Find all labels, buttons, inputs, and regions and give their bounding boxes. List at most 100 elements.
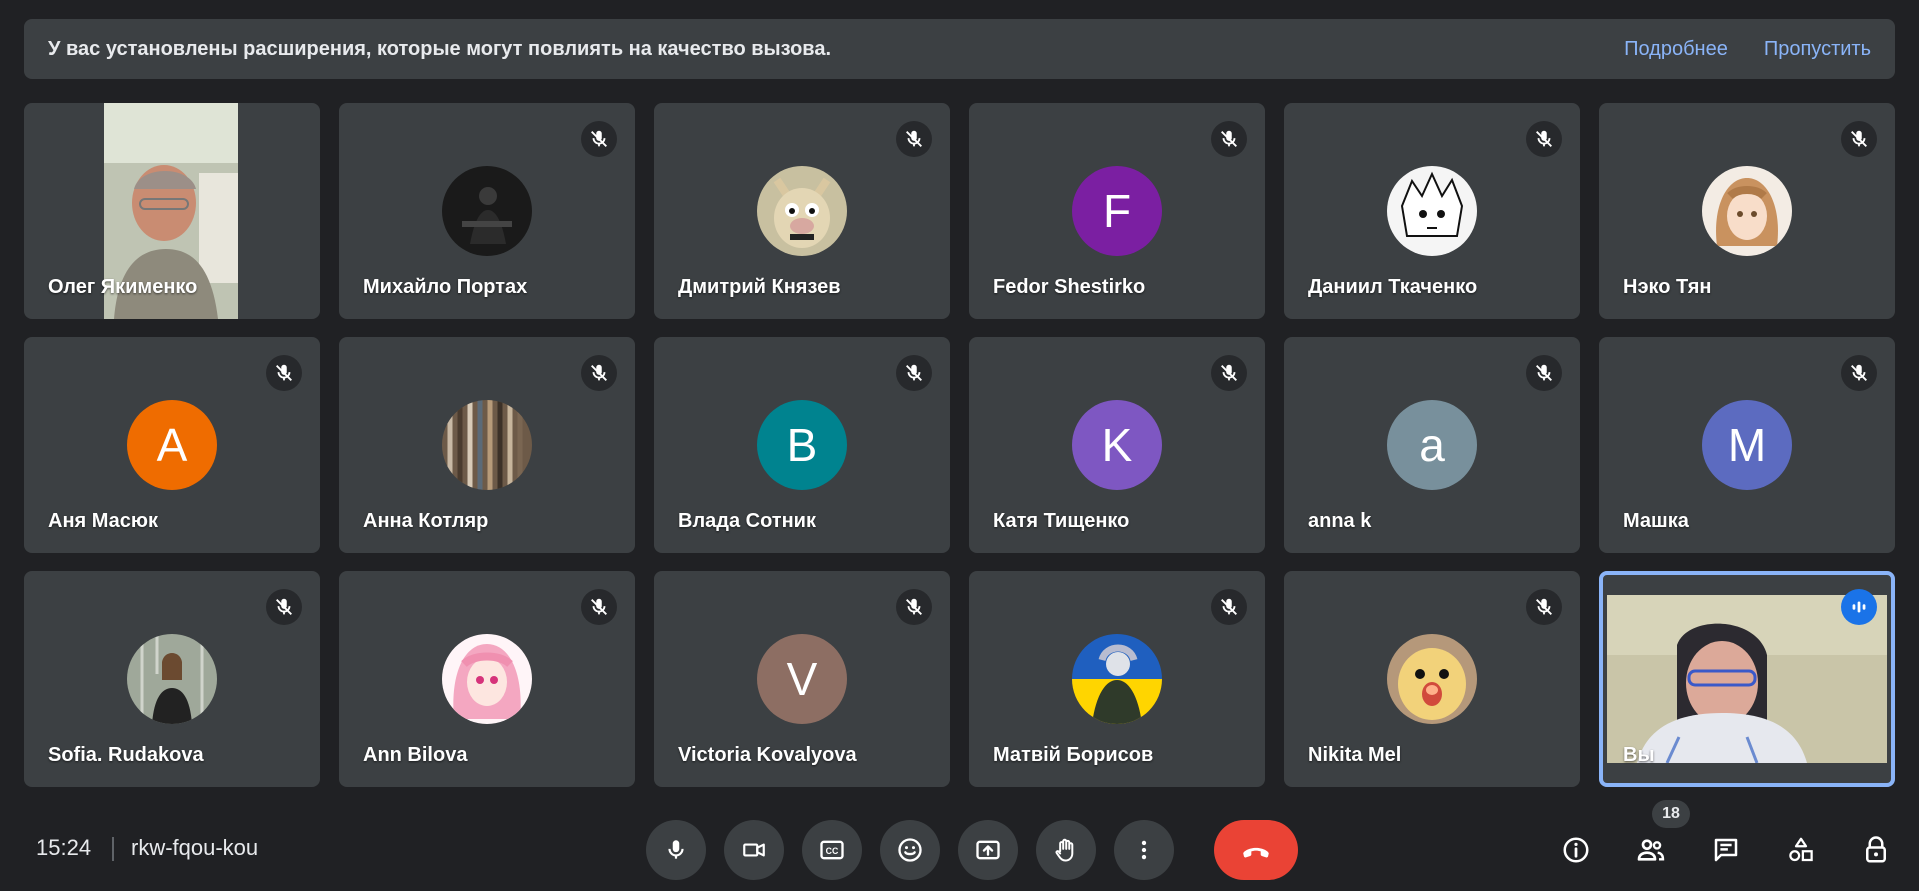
hand-icon (1052, 836, 1080, 864)
avatar (757, 166, 847, 256)
host-controls-icon (1861, 835, 1891, 865)
avatar: a (1387, 400, 1477, 490)
mic-off-icon (1526, 355, 1562, 391)
participant-name: Nikita Mel (1308, 744, 1402, 766)
avatar (1072, 634, 1162, 724)
info-button[interactable] (1556, 830, 1596, 870)
participant-name: Нэко Тян (1623, 276, 1712, 298)
mic-off-icon (1211, 355, 1247, 391)
mic-off-icon (581, 589, 617, 625)
participant-tile[interactable]: Матвій Борисов (969, 571, 1265, 787)
avatar: F (1072, 166, 1162, 256)
participant-name: Анна Котляр (363, 510, 489, 532)
avatar: B (757, 400, 847, 490)
participant-tile[interactable]: F Fedor Shestirko (969, 103, 1265, 319)
participant-tile[interactable]: V Victoria Kovalyova (654, 571, 950, 787)
participant-tile[interactable]: A Аня Масюк (24, 337, 320, 553)
participant-name: Катя Тищенко (993, 510, 1130, 532)
participant-name: Даниил Ткаченко (1308, 276, 1478, 298)
mic-off-icon (1841, 355, 1877, 391)
present-screen-icon (974, 836, 1002, 864)
speaking-icon (1841, 589, 1877, 625)
divider (112, 837, 114, 861)
participant-name: Аня Масюк (48, 510, 158, 532)
participant-name: anna k (1308, 510, 1372, 532)
meeting-time: 15:24 (36, 835, 92, 860)
participant-name: Влада Сотник (678, 510, 816, 532)
participant-name: Ann Bilova (363, 744, 468, 766)
meeting-code: rkw-fqou-kou (131, 835, 259, 860)
mic-off-icon (896, 355, 932, 391)
participant-tile[interactable]: M Машка (1599, 337, 1895, 553)
activities-button[interactable] (1781, 830, 1821, 870)
learn-more-link[interactable]: Подробнее (1624, 38, 1728, 61)
participant-tile[interactable]: Ann Bilova (339, 571, 635, 787)
avatar: V (757, 634, 847, 724)
participant-count-badge: 18 (1652, 800, 1690, 828)
people-button[interactable] (1631, 830, 1671, 870)
participant-tile[interactable]: Нэко Тян (1599, 103, 1895, 319)
participant-name: Олег Якименко (48, 276, 198, 298)
more-options-button[interactable] (1114, 820, 1174, 880)
mic-off-icon (896, 121, 932, 157)
emoji-icon (896, 836, 924, 864)
participant-name: Михайло Портах (363, 276, 528, 298)
participant-name: Дмитрий Князев (678, 276, 841, 298)
chat-icon (1711, 835, 1741, 865)
participant-name: Victoria Kovalyova (678, 744, 857, 766)
mic-off-icon (581, 355, 617, 391)
skip-link[interactable]: Пропустить (1764, 38, 1871, 61)
participant-tile[interactable]: B Влада Сотник (654, 337, 950, 553)
mic-off-icon (1526, 589, 1562, 625)
chat-button[interactable] (1706, 830, 1746, 870)
present-button[interactable] (958, 820, 1018, 880)
svg-text:CC: CC (826, 846, 839, 856)
avatar (1387, 166, 1477, 256)
avatar (442, 166, 532, 256)
mic-off-icon (581, 121, 617, 157)
more-vert-icon (1131, 837, 1157, 863)
call-end-icon (1239, 833, 1273, 867)
mic-off-icon (1211, 121, 1247, 157)
avatar: K (1072, 400, 1162, 490)
participant-grid: Олег Якименко Михайло Портах Дмитрий Князе… (24, 103, 1895, 789)
info-icon (1561, 835, 1591, 865)
participant-name: Fedor Shestirko (993, 276, 1146, 298)
self-video (1607, 595, 1887, 764)
participant-tile[interactable]: a anna k (1284, 337, 1580, 553)
microphone-button[interactable] (646, 820, 706, 880)
avatar (442, 400, 532, 490)
participant-tile[interactable]: Nikita Mel (1284, 571, 1580, 787)
camera-button[interactable] (724, 820, 784, 880)
participant-tile[interactable]: Вы (1599, 571, 1895, 787)
banner-message: У вас установлены расширения, которые мо… (48, 37, 831, 60)
cc-icon: CC (818, 836, 846, 864)
avatar: M (1702, 400, 1792, 490)
participant-tile[interactable]: Олег Якименко (24, 103, 320, 319)
participant-tile[interactable]: Дмитрий Князев (654, 103, 950, 319)
captions-button[interactable]: CC (802, 820, 862, 880)
participant-name: Вы (1623, 744, 1655, 766)
activities-icon (1786, 835, 1816, 865)
participant-tile[interactable]: Даниил Ткаченко (1284, 103, 1580, 319)
bottom-bar: 15:24 rkw-fqou-kou CC 18 (0, 795, 1919, 891)
participant-name: Машка (1623, 510, 1689, 532)
avatar (442, 634, 532, 724)
participant-tile[interactable]: Михайло Портах (339, 103, 635, 319)
participant-tile[interactable]: Анна Котляр (339, 337, 635, 553)
participant-tile[interactable]: K Катя Тищенко (969, 337, 1265, 553)
leave-call-button[interactable] (1214, 820, 1298, 880)
call-controls: CC (646, 820, 1298, 880)
mic-off-icon (1526, 121, 1562, 157)
participant-name: Матвій Борисов (993, 744, 1154, 766)
raise-hand-button[interactable] (1036, 820, 1096, 880)
mic-off-icon (1211, 589, 1247, 625)
extensions-warning-banner: У вас установлены расширения, которые мо… (24, 19, 1895, 79)
host-controls-button[interactable] (1856, 830, 1896, 870)
avatar (1702, 166, 1792, 256)
participant-name: Sofia. Rudakova (48, 744, 204, 766)
avatar (1387, 634, 1477, 724)
reactions-button[interactable] (880, 820, 940, 880)
mic-off-icon (266, 589, 302, 625)
participant-tile[interactable]: Sofia. Rudakova (24, 571, 320, 787)
